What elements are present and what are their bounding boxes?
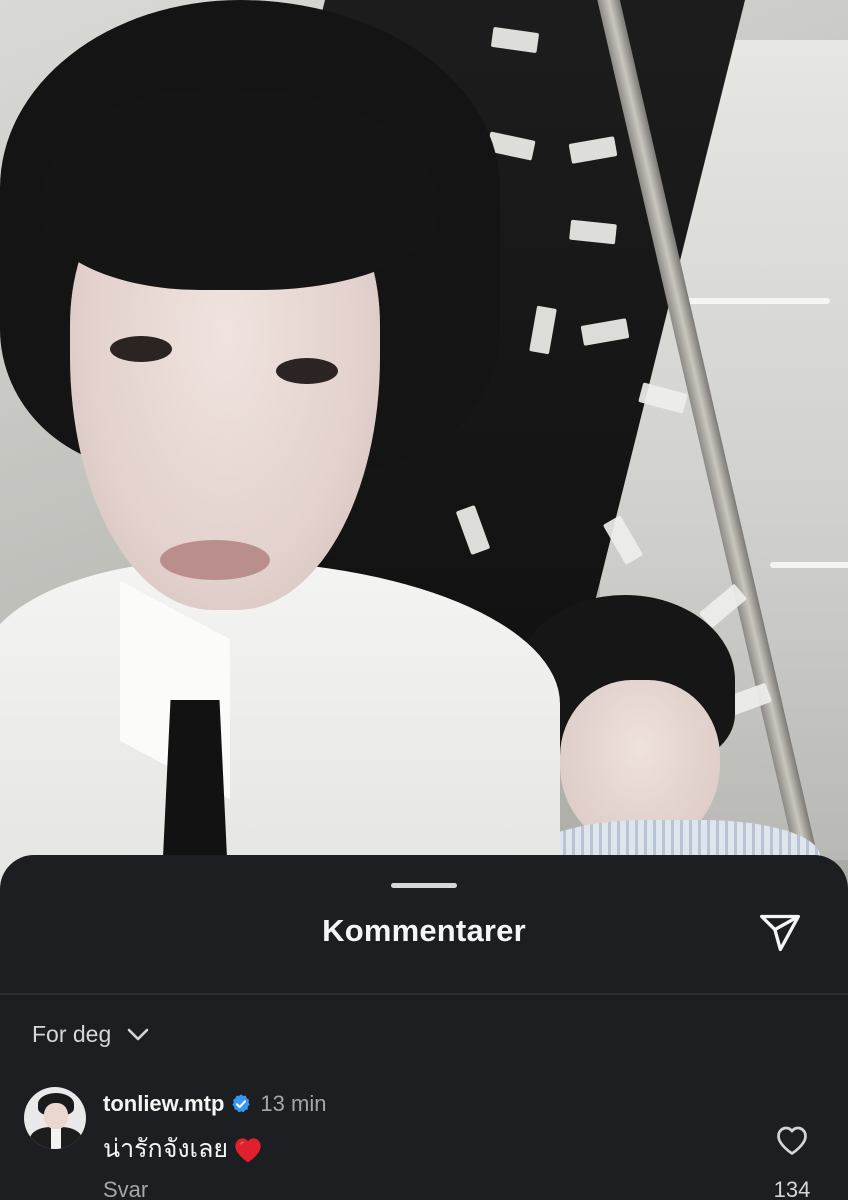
eye [276,358,338,384]
avatar[interactable] [24,1087,86,1149]
comment-item: tonliew.mtp 13 min น่ารักจังเลย Svar 134 [24,1087,824,1200]
eye [110,336,172,362]
sort-label: For deg [32,1021,112,1047]
like-button[interactable] [774,1123,810,1157]
sort-dropdown[interactable]: For deg [32,1021,149,1048]
first-person-shirt [0,560,560,900]
comment-timestamp: 13 min [260,1091,327,1116]
comment-username[interactable]: tonliew.mtp [103,1091,224,1117]
post-photo[interactable] [0,0,848,900]
drag-handle[interactable] [391,883,457,888]
ceiling-light [680,298,830,304]
avatar-face [44,1103,68,1129]
chevron-down-icon [127,1028,149,1040]
verified-badge-icon [230,1093,252,1115]
reply-button[interactable]: Svar [103,1177,148,1200]
like-count: 134 [773,1177,811,1200]
send-icon [760,914,800,952]
comment-meta: tonliew.mtp 13 min [103,1091,326,1117]
ceiling-light [770,562,848,568]
sheet-title: Kommentarer [322,913,526,948]
comment-text: น่ารักจังเลย [103,1135,229,1163]
lips [160,540,270,580]
avatar-shirt [51,1127,61,1149]
share-button[interactable] [756,909,804,957]
heart-emoji [232,1134,264,1164]
heart-outline-icon [777,1126,807,1155]
sheet-divider [0,993,848,995]
comment-body: น่ารักจังเลย [103,1129,264,1169]
comments-sheet: Kommentarer For deg tonliew.mtp 13 min น… [0,855,848,1200]
